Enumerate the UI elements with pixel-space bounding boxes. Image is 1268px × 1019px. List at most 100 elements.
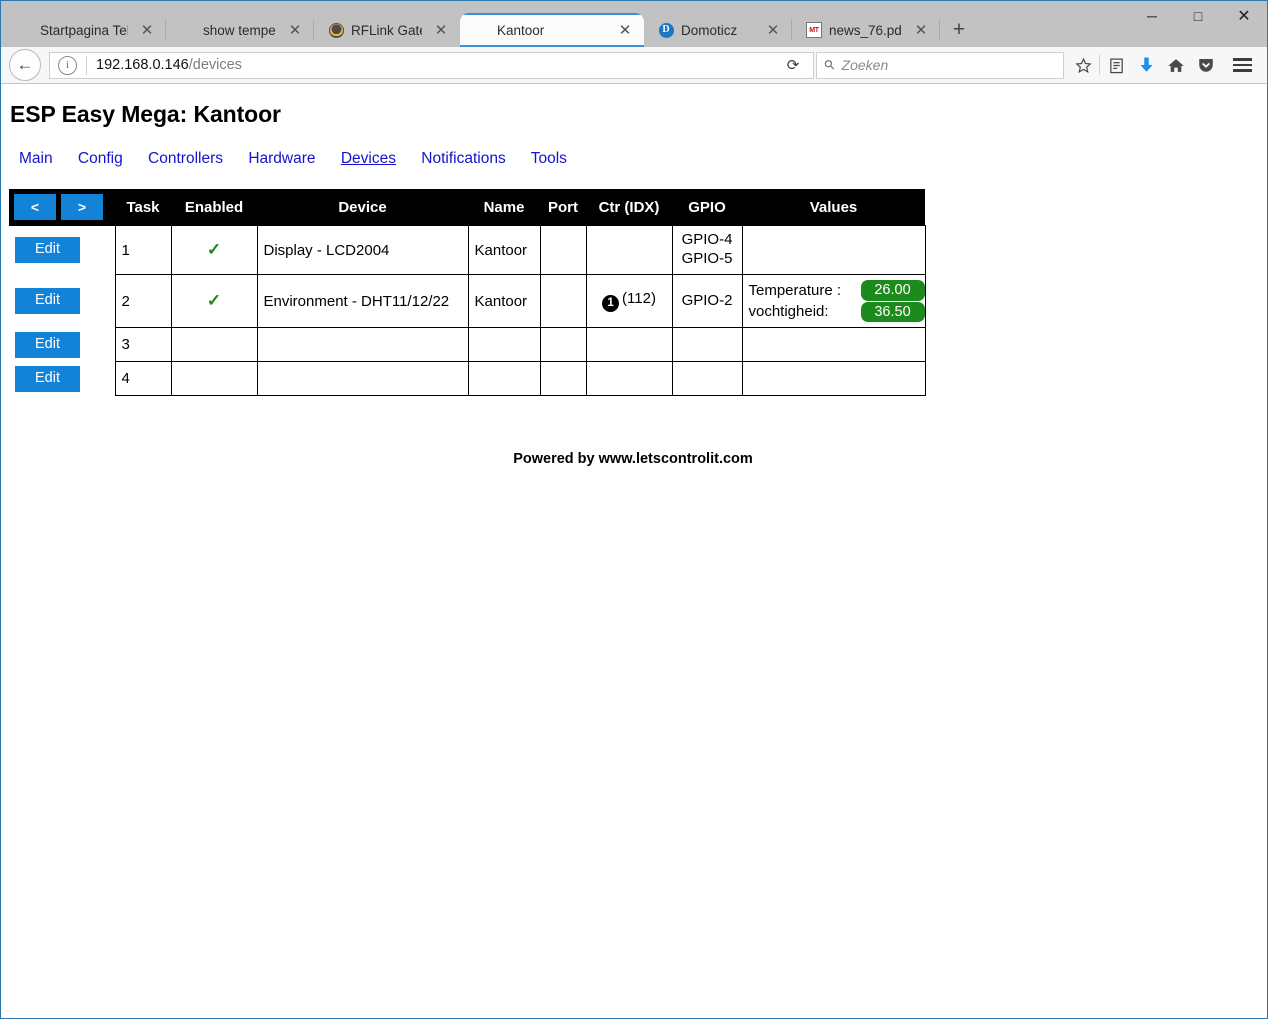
- column-header-values: Values: [742, 189, 925, 226]
- maximize-button[interactable]: □: [1175, 1, 1221, 31]
- nav-link-config[interactable]: Config: [78, 150, 123, 167]
- nav-link-tools[interactable]: Tools: [531, 150, 567, 167]
- cell-gpio: GPIO-4 GPIO-5: [671, 225, 743, 275]
- cell-enabled: [170, 327, 258, 363]
- cell-values: [741, 225, 926, 275]
- minimize-button[interactable]: ─: [1129, 1, 1175, 31]
- devices-table-header-row: < > Task Enabled Device Name Port Ctr (ID…: [9, 189, 925, 226]
- page-title: ESP Easy Mega: Kantoor: [10, 101, 281, 127]
- search-input-placeholder[interactable]: Zoeken: [842, 57, 889, 73]
- cell-values: [741, 327, 926, 363]
- nav-link-hardware[interactable]: Hardware: [248, 150, 315, 167]
- cell-port: [539, 327, 587, 363]
- reload-icon[interactable]: ⟳: [779, 52, 807, 79]
- cell-ctr-idx: [585, 225, 673, 275]
- next-page-button[interactable]: >: [61, 194, 103, 221]
- edit-button[interactable]: Edit: [15, 365, 80, 392]
- cell-gpio: [671, 327, 743, 363]
- url-separator: [86, 55, 87, 75]
- nav-link-main[interactable]: Main: [19, 150, 53, 167]
- toolbar-icons: [1068, 50, 1221, 80]
- prev-page-button[interactable]: <: [14, 194, 56, 221]
- menu-hamburger-icon[interactable]: [1225, 50, 1259, 80]
- search-bar[interactable]: ⚲ Zoeken: [816, 51, 1064, 79]
- enabled-check-icon: ✓: [206, 291, 222, 311]
- page-footer: Powered by www.letscontrolit.com: [513, 451, 753, 468]
- browser-tab[interactable]: RFLink Gateway ✕: [314, 13, 460, 47]
- cell-enabled: ✓: [170, 225, 258, 275]
- cell-name: [467, 361, 541, 397]
- column-header-name: Name: [468, 189, 540, 226]
- download-arrow-icon[interactable]: [1131, 50, 1161, 80]
- nav-link-devices[interactable]: Devices: [341, 150, 396, 167]
- tab-close-icon[interactable]: ✕: [912, 21, 930, 39]
- column-header-enabled: Enabled: [171, 189, 257, 226]
- cell-ctr-idx: 1 (112): [585, 273, 673, 329]
- value-label: vochtigheid:: [748, 303, 829, 321]
- cell-task: 4: [114, 361, 172, 397]
- browser-tab[interactable]: D Domoticz ✕: [644, 13, 792, 47]
- tab-title: RFLink Gateway: [351, 22, 422, 38]
- tab-favicon: [17, 22, 33, 38]
- cell-gpio: GPIO-2: [671, 273, 743, 329]
- cell-port: [539, 225, 587, 275]
- nav-link-notifications[interactable]: Notifications: [421, 150, 505, 167]
- search-icon: ⚲: [820, 55, 839, 74]
- url-path: /devices: [188, 57, 242, 73]
- tab-close-icon[interactable]: ✕: [432, 21, 450, 39]
- tab-favicon: [180, 22, 196, 38]
- value-row: vochtigheid: 36.50: [748, 301, 925, 323]
- cell-ctr-idx: [585, 327, 673, 363]
- table-pager-cell: < >: [9, 189, 115, 226]
- nav-link-controllers[interactable]: Controllers: [148, 150, 223, 167]
- tab-close-icon[interactable]: ✕: [764, 21, 782, 39]
- browser-tab[interactable]: Startpagina TelePoint Dat ✕: [3, 13, 166, 47]
- table-row: Edit 1 ✓ Display - LCD2004 Kantoor GPIO-4 GPIO…: [9, 225, 926, 275]
- table-row: Edit 4: [9, 361, 926, 397]
- tab-favicon: [328, 22, 344, 38]
- devices-table-head: < > Task Enabled Device Name Port Ctr (ID…: [9, 189, 925, 226]
- column-header-gpio: GPIO: [672, 189, 742, 226]
- library-icon[interactable]: [1101, 50, 1131, 80]
- tab-favicon: [474, 22, 490, 38]
- cell-task: 3: [114, 327, 172, 363]
- value-row: Temperature : 26.00: [749, 280, 925, 301]
- bookmark-star-icon[interactable]: [1068, 50, 1098, 80]
- edit-button-cell: Edit: [9, 274, 116, 328]
- back-arrow-icon[interactable]: ←: [9, 49, 41, 81]
- tab-close-icon[interactable]: ✕: [286, 21, 304, 39]
- url-text: 192.168.0.146/devices: [96, 57, 242, 73]
- home-icon[interactable]: [1161, 50, 1191, 80]
- cell-ctr-idx: [585, 361, 673, 397]
- browser-tab[interactable]: Kantoor ✕: [460, 13, 644, 47]
- tab-close-icon[interactable]: ✕: [138, 21, 156, 39]
- edit-button[interactable]: Edit: [15, 237, 80, 263]
- pocket-icon[interactable]: [1191, 50, 1221, 80]
- cell-name: [467, 327, 541, 363]
- edit-button-cell: Edit: [9, 327, 116, 362]
- edit-button-cell: Edit: [9, 225, 116, 275]
- url-bar[interactable]: i 192.168.0.146/devices ⟳: [49, 51, 814, 79]
- browser-tab[interactable]: MT news_76.pdf ✕: [792, 13, 940, 47]
- edit-button[interactable]: Edit: [15, 288, 80, 315]
- tab-close-icon[interactable]: ✕: [616, 21, 634, 39]
- page-content: ESP Easy Mega: Kantoor Main Config Contr…: [1, 84, 1267, 1018]
- tab-strip: Startpagina TelePoint Dat✕show temperatu…: [1, 1, 1267, 47]
- tab-title: news_76.pdf: [829, 22, 902, 38]
- tab-favicon: D: [658, 22, 674, 38]
- column-header-port: Port: [540, 189, 586, 226]
- domoticz-icon: D: [658, 22, 674, 38]
- close-window-button[interactable]: ✕: [1221, 1, 1267, 31]
- browser-tab[interactable]: show temperature on LCD ✕: [166, 13, 314, 47]
- edit-button[interactable]: Edit: [15, 331, 80, 358]
- controller-index-badge: 1: [602, 294, 620, 312]
- cell-port: [539, 273, 587, 329]
- page-info-icon[interactable]: i: [58, 55, 77, 75]
- gpio-pin-label: GPIO-5: [681, 250, 733, 267]
- cell-gpio: [671, 361, 743, 397]
- table-row: Edit 3: [9, 327, 926, 363]
- value-badge: 26.00: [860, 280, 925, 301]
- controller-idx-text: (112): [622, 290, 656, 308]
- gpio-pin-label: GPIO-2: [681, 291, 733, 309]
- new-tab-button[interactable]: +: [944, 14, 974, 46]
